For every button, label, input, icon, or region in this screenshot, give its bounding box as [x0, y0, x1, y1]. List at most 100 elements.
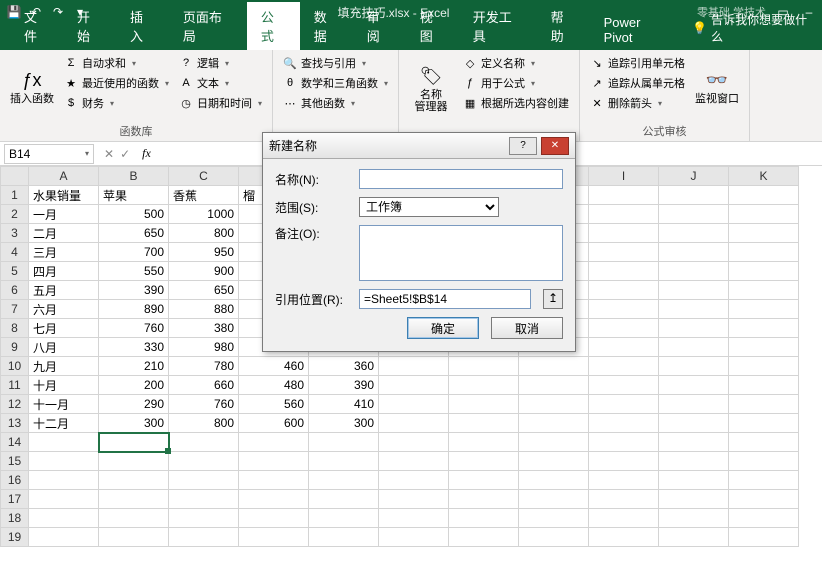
- cell[interactable]: [379, 357, 449, 376]
- cell[interactable]: 760: [99, 319, 169, 338]
- cell[interactable]: 780: [169, 357, 239, 376]
- cell[interactable]: 980: [169, 338, 239, 357]
- cell[interactable]: 一月: [29, 205, 99, 224]
- dialog-close-button[interactable]: ✕: [541, 137, 569, 155]
- cell[interactable]: [449, 528, 519, 547]
- cell[interactable]: [309, 509, 379, 528]
- cell[interactable]: 390: [309, 376, 379, 395]
- cell[interactable]: [729, 471, 799, 490]
- name-manager-button[interactable]: 🏷 名称 管理器: [407, 54, 455, 125]
- watch-window-button[interactable]: 👓 监视窗口: [693, 54, 741, 121]
- row-header-2[interactable]: 2: [1, 205, 29, 224]
- row-header-18[interactable]: 18: [1, 509, 29, 528]
- row-header-16[interactable]: 16: [1, 471, 29, 490]
- cell[interactable]: [729, 490, 799, 509]
- cell[interactable]: [169, 433, 239, 452]
- cell[interactable]: [589, 243, 659, 262]
- cell[interactable]: [239, 471, 309, 490]
- cell[interactable]: 290: [99, 395, 169, 414]
- cell[interactable]: [729, 243, 799, 262]
- cell[interactable]: [729, 205, 799, 224]
- cell[interactable]: [449, 414, 519, 433]
- cell[interactable]: [729, 186, 799, 205]
- cell[interactable]: [239, 433, 309, 452]
- cell[interactable]: [659, 490, 729, 509]
- cell[interactable]: [729, 338, 799, 357]
- cell[interactable]: 五月: [29, 281, 99, 300]
- cell[interactable]: [99, 490, 169, 509]
- col-header-C[interactable]: C: [169, 167, 239, 186]
- cell[interactable]: [659, 509, 729, 528]
- cell[interactable]: [659, 528, 729, 547]
- cell[interactable]: 苹果: [99, 186, 169, 205]
- cell[interactable]: [449, 357, 519, 376]
- row-header-11[interactable]: 11: [1, 376, 29, 395]
- cell[interactable]: 500: [99, 205, 169, 224]
- cell[interactable]: 410: [309, 395, 379, 414]
- cell[interactable]: [169, 471, 239, 490]
- fx-label[interactable]: fx: [136, 146, 157, 161]
- cell[interactable]: [659, 452, 729, 471]
- cell[interactable]: [519, 433, 589, 452]
- cell[interactable]: [729, 509, 799, 528]
- cell[interactable]: [589, 395, 659, 414]
- row-header-8[interactable]: 8: [1, 319, 29, 338]
- cell[interactable]: [379, 509, 449, 528]
- cell[interactable]: [169, 452, 239, 471]
- accept-edit-icon[interactable]: ✓: [120, 147, 130, 161]
- name-input[interactable]: [359, 169, 563, 189]
- cell[interactable]: [519, 357, 589, 376]
- cell[interactable]: 十二月: [29, 414, 99, 433]
- cell[interactable]: [309, 490, 379, 509]
- col-header-B[interactable]: B: [99, 167, 169, 186]
- fill-handle[interactable]: [165, 448, 171, 454]
- cell[interactable]: 二月: [29, 224, 99, 243]
- cell[interactable]: [589, 528, 659, 547]
- cell[interactable]: [449, 471, 519, 490]
- cell[interactable]: 550: [99, 262, 169, 281]
- cell[interactable]: [519, 471, 589, 490]
- cell[interactable]: [449, 452, 519, 471]
- cell[interactable]: [659, 281, 729, 300]
- cell[interactable]: 660: [169, 376, 239, 395]
- col-header-J[interactable]: J: [659, 167, 729, 186]
- cell[interactable]: [449, 509, 519, 528]
- cell[interactable]: [309, 528, 379, 547]
- scope-select[interactable]: 工作簿: [359, 197, 499, 217]
- cell[interactable]: [659, 262, 729, 281]
- dialog-titlebar[interactable]: 新建名称 ? ✕: [263, 133, 575, 159]
- cell[interactable]: 三月: [29, 243, 99, 262]
- cell[interactable]: [519, 528, 589, 547]
- cell[interactable]: [589, 452, 659, 471]
- cell[interactable]: [449, 376, 519, 395]
- cell[interactable]: 600: [239, 414, 309, 433]
- recent-button[interactable]: ★最近使用的函数: [62, 74, 171, 92]
- cell[interactable]: [659, 224, 729, 243]
- cell[interactable]: 380: [169, 319, 239, 338]
- cell[interactable]: [29, 509, 99, 528]
- cell[interactable]: [729, 433, 799, 452]
- create-from-sel-button[interactable]: ▦根据所选内容创建: [461, 94, 571, 112]
- text-button[interactable]: A文本: [177, 74, 264, 92]
- datetime-button[interactable]: ◷日期和时间: [177, 94, 264, 112]
- cell[interactable]: [729, 414, 799, 433]
- row-header-6[interactable]: 6: [1, 281, 29, 300]
- lookup-button[interactable]: 🔍查找与引用: [281, 54, 390, 72]
- cell[interactable]: [519, 395, 589, 414]
- row-header-9[interactable]: 9: [1, 338, 29, 357]
- row-header-10[interactable]: 10: [1, 357, 29, 376]
- cell[interactable]: [589, 300, 659, 319]
- cell[interactable]: 800: [169, 224, 239, 243]
- cell[interactable]: 七月: [29, 319, 99, 338]
- cell[interactable]: [659, 186, 729, 205]
- cell[interactable]: [659, 319, 729, 338]
- cell[interactable]: [729, 395, 799, 414]
- cell[interactable]: [729, 319, 799, 338]
- row-header-17[interactable]: 17: [1, 490, 29, 509]
- cell[interactable]: 480: [239, 376, 309, 395]
- define-name-button[interactable]: ◇定义名称: [461, 54, 571, 72]
- use-in-formula-button[interactable]: ƒ用于公式: [461, 74, 571, 92]
- cell[interactable]: [659, 414, 729, 433]
- cell[interactable]: 900: [169, 262, 239, 281]
- cell[interactable]: [729, 224, 799, 243]
